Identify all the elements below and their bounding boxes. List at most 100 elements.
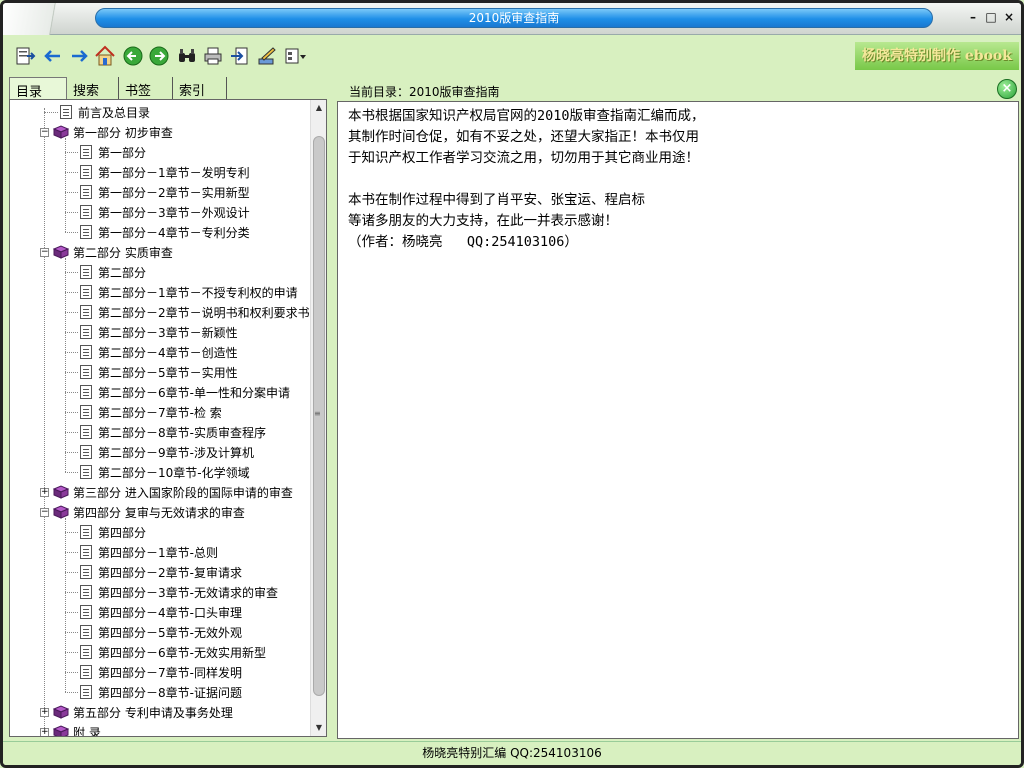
expand-icon[interactable]: + <box>40 487 49 497</box>
close-content-icon[interactable]: × <box>997 79 1017 99</box>
tree-chapter-node[interactable]: − 第二部分 实质审查 <box>40 242 173 262</box>
tree-page-node[interactable]: 第四部分－7章节-同样发明 <box>80 662 242 682</box>
scroll-down-arrow-icon[interactable]: ▼ <box>311 720 326 736</box>
tree-line <box>65 632 78 633</box>
tree-node-label: 第二部分－2章节－说明书和权利要求书 <box>98 305 310 320</box>
scroll-up-arrow-icon[interactable]: ▲ <box>311 100 326 116</box>
content-line: （作者：杨晓亮 QQ:254103106） <box>348 234 578 250</box>
document-icon <box>80 425 92 439</box>
next-page-icon[interactable] <box>147 44 171 68</box>
tree-node-label: 第一部分－4章节－专利分类 <box>98 225 250 240</box>
document-icon <box>80 185 92 199</box>
tab-contents[interactable]: 目录 <box>9 77 67 100</box>
tree-node-label: 第一部分 <box>98 145 147 160</box>
tree-page-node[interactable]: 第四部分－3章节-无效请求的审查 <box>80 582 278 602</box>
breadcrumb: 当前目录：2010版审查指南 <box>349 85 500 99</box>
tree-line <box>65 412 78 413</box>
tree-page-node[interactable]: 第一部分－1章节－发明专利 <box>80 162 250 182</box>
forward-arrow-icon[interactable] <box>67 44 91 68</box>
minimize-button[interactable]: – <box>965 9 981 25</box>
tree-line <box>65 672 78 673</box>
tree-page-node[interactable]: 第二部分 <box>80 262 146 282</box>
tree-page-node[interactable]: 第二部分－2章节－说明书和权利要求书 <box>80 302 310 322</box>
tree-page-node[interactable]: 第四部分－4章节-口头审理 <box>80 602 242 622</box>
book-icon <box>52 245 70 259</box>
tree-node-label: 第五部分 专利申请及事务处理 <box>73 705 233 720</box>
maximize-button[interactable]: □ <box>983 9 999 25</box>
tree-page-node[interactable]: 第二部分－4章节－创造性 <box>80 342 238 362</box>
tree-line <box>65 258 66 472</box>
tree-node-label: 第四部分－2章节-复审请求 <box>98 565 242 580</box>
tree-scrollbar[interactable]: ▲ ≡ ▼ <box>310 100 326 736</box>
tab-index[interactable]: 索引 <box>173 77 227 99</box>
expand-icon[interactable]: + <box>40 727 49 736</box>
tree-page-node[interactable]: 第四部分 <box>80 522 146 542</box>
exit-icon[interactable] <box>227 44 251 68</box>
document-icon <box>80 465 92 479</box>
home-icon[interactable] <box>93 44 117 68</box>
expand-icon[interactable]: + <box>40 707 49 717</box>
collapse-icon[interactable]: − <box>40 247 49 257</box>
collapse-icon[interactable]: − <box>40 507 49 517</box>
back-arrow-icon[interactable] <box>41 44 65 68</box>
pane-splitter[interactable] <box>329 77 335 739</box>
document-icon <box>60 105 72 119</box>
title-bar: 2010版审查指南 – □ × <box>3 3 1021 35</box>
tree-page-node[interactable]: 前言及总目录 <box>60 102 150 122</box>
tree-page-node[interactable]: 第一部分－3章节－外观设计 <box>80 202 250 222</box>
tree-node-label: 第四部分－1章节-总则 <box>98 545 218 560</box>
window-title: 2010版审查指南 <box>95 8 933 28</box>
tree-page-node[interactable]: 第二部分－10章节-化学领域 <box>80 462 250 482</box>
document-icon <box>80 565 92 579</box>
contents-tree: 前言及总目录 − 第一部分 初步审查第一部分第一部分－1章节－发明专利 第一部分－2章… <box>10 100 310 736</box>
tab-bookmarks[interactable]: 书签 <box>119 77 173 99</box>
scroll-grip-icon: ≡ <box>314 409 321 418</box>
tree-page-node[interactable]: 第四部分－8章节-证据问题 <box>80 682 242 702</box>
document-icon <box>80 225 92 239</box>
document-icon <box>80 285 92 299</box>
tree-chapter-node[interactable]: − 第一部分 初步审查 <box>40 122 173 142</box>
contents-panel: 前言及总目录 − 第一部分 初步审查第一部分第一部分－1章节－发明专利 第一部分－2章… <box>9 99 327 737</box>
tree-page-node[interactable]: 第四部分－2章节-复审请求 <box>80 562 242 582</box>
tree-page-node[interactable]: 第二部分－8章节-实质审查程序 <box>80 422 266 442</box>
tree-page-node[interactable]: 第二部分－3章节－新颖性 <box>80 322 238 342</box>
tab-search[interactable]: 搜索 <box>67 77 119 99</box>
tree-chapter-node[interactable]: + 第五部分 专利申请及事务处理 <box>40 702 233 722</box>
tree-line <box>44 112 58 113</box>
document-icon <box>80 525 92 539</box>
tree-node-label: 第二部分 实质审查 <box>73 245 173 260</box>
content-line: 等诸多朋友的大力支持，在此一并表示感谢！ <box>348 213 618 229</box>
close-button[interactable]: × <box>1001 9 1017 25</box>
toc-icon[interactable] <box>13 44 37 68</box>
tree-page-node[interactable]: 第四部分－1章节-总则 <box>80 542 218 562</box>
tree-page-node[interactable]: 第二部分－9章节-涉及计算机 <box>80 442 254 462</box>
tree-node-label: 第四部分－6章节-无效实用新型 <box>98 645 266 660</box>
tree-page-node[interactable]: 第一部分－4章节－专利分类 <box>80 222 250 242</box>
tree-page-node[interactable]: 第二部分－6章节-单一性和分案申请 <box>80 382 290 402</box>
tree-page-node[interactable]: 第四部分－5章节-无效外观 <box>80 622 242 642</box>
content-line: 本书根据国家知识产权局官网的2010版审查指南汇编而成， <box>348 108 705 124</box>
book-icon <box>52 705 70 719</box>
tree-line <box>65 272 78 273</box>
tree-node-label: 第四部分－8章节-证据问题 <box>98 685 242 700</box>
tree-page-node[interactable]: 第二部分－7章节-检 索 <box>80 402 222 422</box>
find-icon[interactable] <box>175 44 199 68</box>
tree-chapter-node[interactable]: + 附 录 <box>40 722 101 736</box>
tree-line <box>65 532 78 533</box>
edit-icon[interactable] <box>255 44 279 68</box>
tree-page-node[interactable]: 第一部分 <box>80 142 146 162</box>
tree-page-node[interactable]: 第一部分－2章节－实用新型 <box>80 182 250 202</box>
document-icon <box>80 405 92 419</box>
tree-node-label: 第四部分 <box>98 525 147 540</box>
collapse-icon[interactable]: − <box>40 127 49 137</box>
document-icon <box>80 385 92 399</box>
print-icon[interactable] <box>201 44 225 68</box>
tree-chapter-node[interactable]: − 第四部分 复审与无效请求的审查 <box>40 502 245 522</box>
options-icon[interactable] <box>283 44 307 68</box>
tree-line <box>65 592 78 593</box>
prev-page-icon[interactable] <box>121 44 145 68</box>
tree-page-node[interactable]: 第四部分－6章节-无效实用新型 <box>80 642 266 662</box>
tree-page-node[interactable]: 第二部分－5章节－实用性 <box>80 362 238 382</box>
tree-page-node[interactable]: 第二部分－1章节－不授专利权的申请 <box>80 282 298 302</box>
tree-chapter-node[interactable]: + 第三部分 进入国家阶段的国际申请的审查 <box>40 482 293 502</box>
